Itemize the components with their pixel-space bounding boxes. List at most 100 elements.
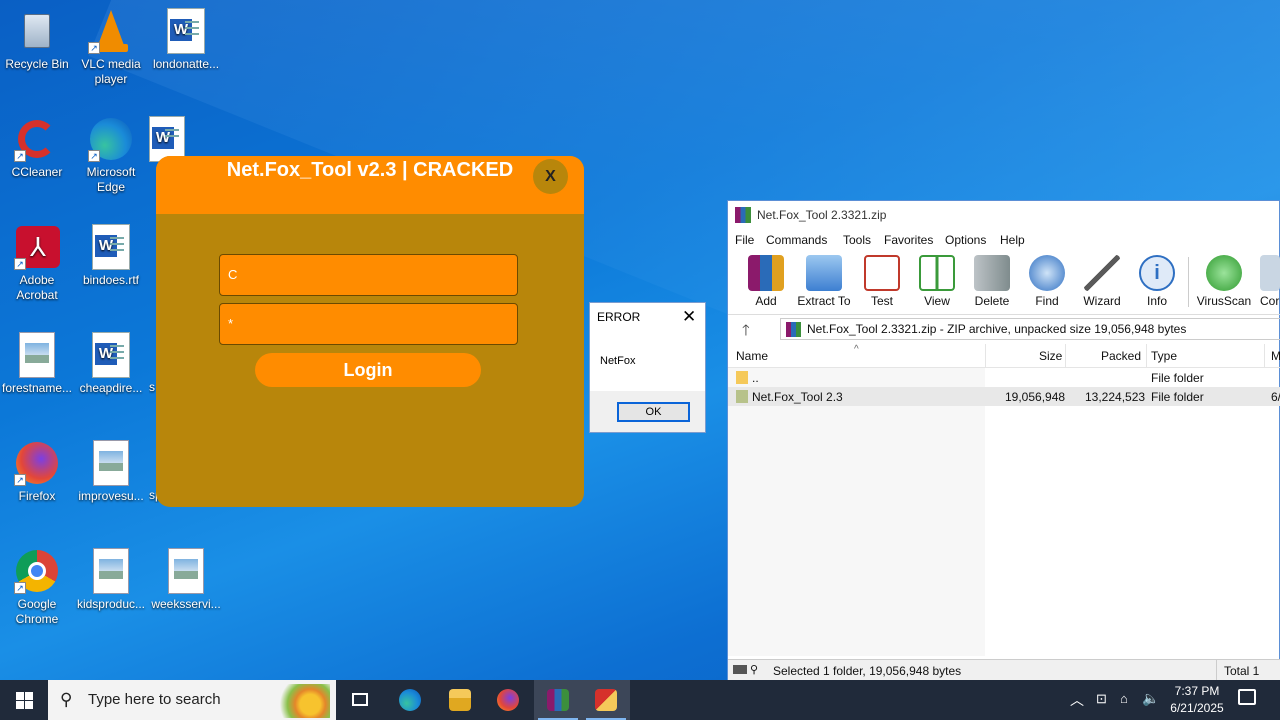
desktop-icon-ccleaner[interactable]: ↗ CCleaner bbox=[0, 116, 74, 180]
key-icon: ⚲ bbox=[750, 664, 759, 676]
menu-options[interactable]: Options bbox=[945, 233, 986, 247]
netfox-close-button[interactable]: X bbox=[533, 159, 568, 194]
comment-icon bbox=[1260, 255, 1280, 291]
desktop-icon-acrobat[interactable]: ⅄ ↗ Adobe Acrobat bbox=[0, 224, 74, 303]
watermark: ANY RUN bbox=[1038, 612, 1245, 661]
task-view-button[interactable] bbox=[336, 680, 384, 720]
netfox-window: Net.Fox_Tool v2.3 | CRACKED X C * Login bbox=[156, 156, 584, 507]
edge-icon: ↗ bbox=[88, 116, 134, 162]
desktop-icon-recycle-bin[interactable]: Recycle Bin bbox=[0, 8, 74, 72]
notifications-icon[interactable] bbox=[1238, 689, 1256, 705]
acrobat-icon: ⅄ ↗ bbox=[14, 224, 60, 270]
toolbar-add-button[interactable]: Add bbox=[736, 255, 796, 308]
firefox-icon: ↗ bbox=[14, 440, 60, 486]
recycle-bin-icon bbox=[14, 8, 60, 54]
delete-icon bbox=[974, 255, 1010, 291]
toolbar: Add Extract To Test View Delete Find Wiz… bbox=[728, 251, 1280, 311]
task-view-icon bbox=[352, 693, 368, 706]
find-icon bbox=[1029, 255, 1065, 291]
toolbar-test-button[interactable]: Test bbox=[852, 255, 912, 308]
column-type[interactable]: Type bbox=[1151, 349, 1177, 363]
menu-help[interactable]: Help bbox=[1000, 233, 1025, 247]
desktop-icon-improvesu[interactable]: improvesu... bbox=[74, 440, 148, 504]
toolbar-wizard-button[interactable]: Wizard bbox=[1072, 255, 1132, 308]
folder-icon bbox=[736, 390, 748, 403]
username-input[interactable]: C bbox=[219, 254, 518, 296]
desktop-icon-kidsproduc[interactable]: kidsproduc... bbox=[74, 548, 148, 612]
status-bar: ⚲ Selected 1 folder, 19,056,948 bytes To… bbox=[728, 659, 1280, 692]
chevron-up-icon[interactable]: ︿ bbox=[1070, 690, 1084, 710]
winrar-titlebar: Net.Fox_Tool 2.3321.zip bbox=[728, 201, 1279, 229]
login-button[interactable]: Login bbox=[255, 353, 481, 387]
image-file-icon bbox=[93, 548, 129, 594]
winrar-icon bbox=[735, 207, 751, 223]
desktop-icon-vlc[interactable]: ↗ VLC media player bbox=[74, 8, 148, 87]
winrar-icon bbox=[547, 689, 569, 711]
netfox-app-icon bbox=[595, 689, 617, 711]
address-bar: 🡑 Net.Fox_Tool 2.3321.zip - ZIP archive,… bbox=[728, 314, 1280, 342]
column-modified[interactable]: M bbox=[1271, 349, 1280, 363]
close-icon[interactable]: ✕ bbox=[682, 307, 696, 327]
image-file-icon bbox=[19, 332, 55, 378]
ccleaner-icon: ↗ bbox=[14, 116, 60, 162]
taskbar-firefox[interactable] bbox=[484, 680, 532, 720]
column-size[interactable]: Size bbox=[1039, 349, 1062, 363]
toolbar-comment-button[interactable]: Cor bbox=[1250, 255, 1280, 308]
menu-file[interactable]: File bbox=[735, 233, 754, 247]
table-row[interactable]: Net.Fox_Tool 2.3 19,056,948 13,224,523 F… bbox=[728, 387, 1280, 406]
desktop-icon-edge[interactable]: ↗ Microsoft Edge bbox=[74, 116, 148, 195]
folder-icon bbox=[449, 689, 471, 711]
ok-button[interactable]: OK bbox=[617, 402, 690, 422]
up-arrow-icon[interactable]: 🡑 bbox=[742, 320, 750, 345]
search-box[interactable]: ⚲ Type here to search bbox=[48, 680, 336, 720]
drive-icon bbox=[733, 665, 747, 674]
menu-tools[interactable]: Tools bbox=[843, 233, 871, 247]
winrar-window: Net.Fox_Tool 2.3321.zip File Commands To… bbox=[727, 200, 1280, 692]
netfox-title: Net.Fox_Tool v2.3 | CRACKED bbox=[226, 159, 514, 181]
toolbar-find-button[interactable]: Find bbox=[1017, 255, 1077, 308]
toolbar-virusscan-button[interactable]: VirusScan bbox=[1194, 255, 1254, 308]
taskbar-netfox[interactable] bbox=[582, 680, 630, 720]
chrome-icon: ↗ bbox=[14, 548, 60, 594]
search-highlight-icon bbox=[264, 684, 330, 718]
taskbar-edge[interactable] bbox=[386, 680, 434, 720]
menu-commands[interactable]: Commands bbox=[766, 233, 827, 247]
view-icon bbox=[919, 255, 955, 291]
virusscan-icon bbox=[1206, 255, 1242, 291]
start-button[interactable] bbox=[0, 680, 48, 720]
word-doc-icon: W bbox=[92, 332, 130, 378]
taskbar: ⚲ Type here to search ︿ ⊡ ⌂ 🔈 7:37 PM 6/… bbox=[0, 680, 1280, 720]
folder-icon bbox=[736, 371, 748, 384]
password-input[interactable]: * bbox=[219, 303, 518, 345]
toolbar-info-button[interactable]: i Info bbox=[1127, 255, 1187, 308]
image-file-icon bbox=[93, 440, 129, 486]
desktop-icon-chrome[interactable]: ↗ Google Chrome bbox=[0, 548, 74, 627]
desktop-icon-bindoes[interactable]: W bindoes.rtf bbox=[74, 224, 148, 288]
error-message: NetFox bbox=[600, 355, 636, 367]
network-tray-icon[interactable]: ⊡ bbox=[1096, 691, 1107, 707]
toolbar-extract-button[interactable]: Extract To bbox=[794, 255, 854, 308]
column-packed[interactable]: Packed bbox=[1101, 349, 1141, 363]
desktop-icon-weeksservi[interactable]: weeksservi... bbox=[149, 548, 223, 612]
desktop-icon-londonatte[interactable]: W londonatte... bbox=[149, 8, 223, 72]
extract-icon bbox=[806, 255, 842, 291]
menu-favorites[interactable]: Favorites bbox=[884, 233, 933, 247]
volume-icon[interactable]: 🔈 bbox=[1142, 690, 1159, 707]
search-placeholder: Type here to search bbox=[88, 691, 221, 708]
desktop-icon-cheapdire[interactable]: W cheapdire... bbox=[74, 332, 148, 396]
desktop-icon-forestname[interactable]: forestname... bbox=[0, 332, 74, 396]
taskbar-file-explorer[interactable] bbox=[436, 680, 484, 720]
toolbar-view-button[interactable]: View bbox=[907, 255, 967, 308]
table-row[interactable]: .. File folder bbox=[728, 368, 1280, 387]
menu-bar: File Commands Tools Favorites Options He… bbox=[728, 229, 1279, 251]
netfox-header: Net.Fox_Tool v2.3 | CRACKED X bbox=[156, 156, 584, 214]
desktop-icon-firefox[interactable]: ↗ Firefox bbox=[0, 440, 74, 504]
column-name[interactable]: Name bbox=[736, 349, 768, 363]
path-field[interactable]: Net.Fox_Tool 2.3321.zip - ZIP archive, u… bbox=[780, 318, 1280, 340]
wifi-icon[interactable]: ⌂ bbox=[1120, 691, 1128, 706]
clock[interactable]: 7:37 PM 6/21/2025 bbox=[1162, 683, 1232, 717]
taskbar-winrar[interactable] bbox=[534, 680, 582, 720]
add-icon bbox=[748, 255, 784, 291]
sort-arrow-icon: ^ bbox=[854, 344, 859, 355]
toolbar-delete-button[interactable]: Delete bbox=[962, 255, 1022, 308]
